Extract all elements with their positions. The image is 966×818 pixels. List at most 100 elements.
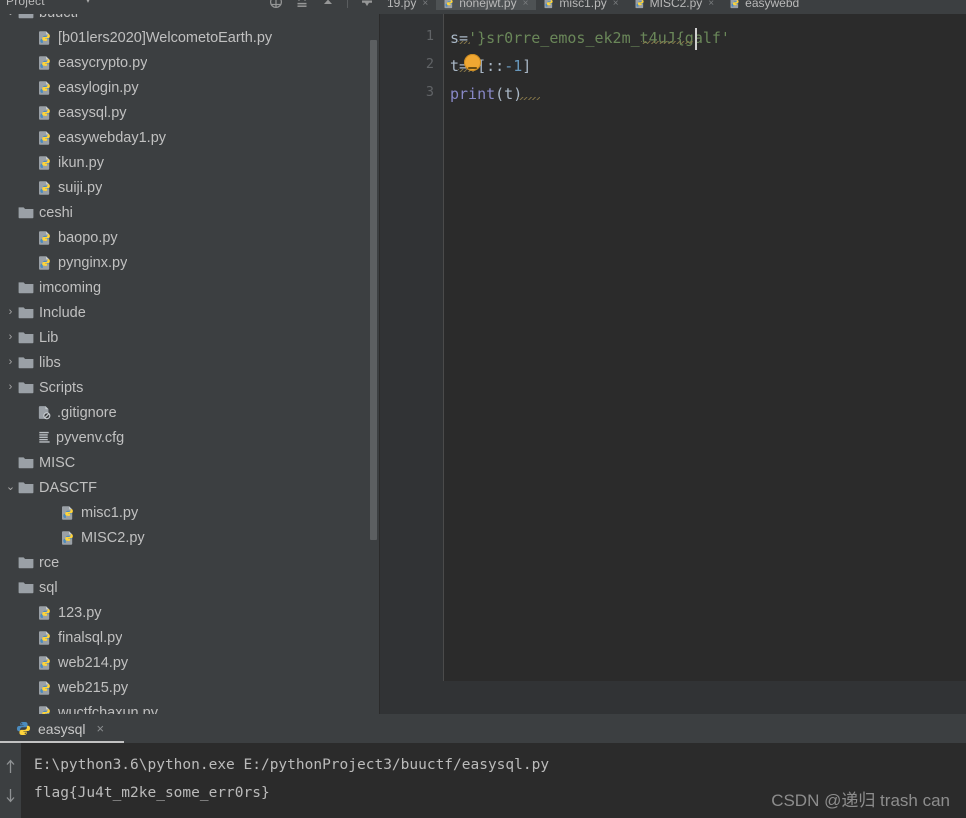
close-icon[interactable]: × bbox=[422, 0, 428, 9]
tree-row[interactable]: · imcoming bbox=[0, 275, 372, 300]
editor-tab-misc2-py[interactable]: MISC2.py × bbox=[627, 0, 723, 10]
chevron-right-icon[interactable]: › bbox=[4, 381, 17, 394]
tree-row[interactable]: · ceshi bbox=[0, 200, 372, 225]
tree-row[interactable]: › libs bbox=[0, 350, 372, 375]
python-file-icon bbox=[39, 130, 50, 145]
tree-row[interactable]: ⌄ buuctf bbox=[0, 14, 372, 25]
ignored-file-icon bbox=[37, 405, 52, 420]
code-line[interactable]: t=s[::-1] bbox=[450, 52, 531, 80]
tree-row[interactable]: · MISC2.py bbox=[0, 525, 372, 550]
tree-row-label: ceshi bbox=[39, 204, 73, 221]
close-icon[interactable]: × bbox=[613, 0, 619, 9]
tree-row[interactable]: · easycrypto.py bbox=[0, 50, 372, 75]
tree-row[interactable]: · 123.py bbox=[0, 600, 372, 625]
console-line: E:\python3.6\python.exe E:/pythonProject… bbox=[34, 757, 550, 773]
chevron-right-icon[interactable]: › bbox=[4, 331, 17, 344]
tree-spacer: · bbox=[23, 681, 36, 694]
python-file-icon bbox=[37, 680, 53, 696]
tree-spacer: · bbox=[4, 556, 17, 569]
tree-row[interactable]: · web214.py bbox=[0, 650, 372, 675]
python-file-icon bbox=[37, 130, 53, 146]
editor-tab-misc1-py[interactable]: misc1.py × bbox=[536, 0, 626, 10]
python-file-icon bbox=[37, 605, 53, 621]
editor-bottom-band bbox=[380, 681, 966, 714]
ignored-file-icon bbox=[38, 406, 51, 420]
folder-icon bbox=[18, 456, 34, 469]
tree-row[interactable]: › Scripts bbox=[0, 375, 372, 400]
tree-row[interactable]: · wuctfchaxun.py bbox=[0, 700, 372, 714]
close-icon[interactable]: × bbox=[523, 0, 529, 9]
chevron-right-icon[interactable]: › bbox=[4, 356, 17, 369]
tree-row-label: 123.py bbox=[58, 604, 102, 621]
tree-row-label: Scripts bbox=[39, 379, 84, 396]
project-panel-scrollbar[interactable] bbox=[370, 40, 377, 540]
tree-row[interactable]: · misc1.py bbox=[0, 500, 372, 525]
tree-row[interactable]: · .gitignore bbox=[0, 400, 372, 425]
tree-row[interactable]: · ikun.py bbox=[0, 150, 372, 175]
folder-icon bbox=[18, 481, 34, 494]
tree-row[interactable]: · web215.py bbox=[0, 675, 372, 700]
settings-gear-icon[interactable] bbox=[360, 0, 374, 9]
tree-row[interactable]: · pynginx.py bbox=[0, 250, 372, 275]
python-file-icon bbox=[37, 105, 53, 121]
tree-row[interactable]: › Include bbox=[0, 300, 372, 325]
tree-row[interactable]: · pyvenv.cfg bbox=[0, 425, 372, 450]
tree-row-label: easysql.py bbox=[58, 104, 127, 121]
tree-row-label: ikun.py bbox=[58, 154, 104, 171]
code-editor[interactable]: 123 s='}sr0rre_emos_ek2m_t4uJ{galf' t=s[:… bbox=[380, 14, 966, 681]
close-icon[interactable]: × bbox=[708, 0, 714, 9]
intention-lightbulb-icon[interactable] bbox=[464, 54, 481, 71]
tree-row[interactable]: · easysql.py bbox=[0, 100, 372, 125]
tree-row[interactable]: · suiji.py bbox=[0, 175, 372, 200]
tree-row[interactable]: › Lib bbox=[0, 325, 372, 350]
folder-icon bbox=[18, 281, 34, 294]
chevron-down-icon[interactable]: ⌄ bbox=[4, 481, 17, 494]
code-token: -1 bbox=[504, 57, 523, 75]
editor-tab-nonejwt-py[interactable]: nonejwt.py × bbox=[436, 0, 537, 10]
python-file-icon bbox=[39, 680, 50, 695]
folder-icon bbox=[18, 482, 34, 494]
chevron-up-icon[interactable] bbox=[321, 0, 335, 9]
code-line[interactable]: s='}sr0rre_emos_ek2m_t4uJ{galf' bbox=[450, 24, 730, 52]
ide-window: Project ▾ 19.py × nonejwt.py × misc1.py × MISC… bbox=[0, 0, 966, 818]
tree-spacer: · bbox=[23, 156, 36, 169]
scroll-down-arrow-icon[interactable] bbox=[5, 788, 16, 803]
chevron-down-icon[interactable]: ▾ bbox=[86, 0, 90, 5]
editor-tab-easywebd[interactable]: easywebd bbox=[722, 0, 807, 10]
collapse-all-icon[interactable] bbox=[295, 0, 309, 9]
tree-row[interactable]: ⌄ DASCTF bbox=[0, 475, 372, 500]
tree-row-label: misc1.py bbox=[81, 504, 139, 521]
editor-tab-19-py[interactable]: 19.py × bbox=[380, 0, 436, 10]
tree-spacer: · bbox=[23, 181, 36, 194]
tree-spacer: · bbox=[4, 456, 17, 469]
tree-spacer: · bbox=[46, 506, 59, 519]
tree-row[interactable]: · rce bbox=[0, 550, 372, 575]
close-icon[interactable]: × bbox=[96, 721, 104, 736]
scroll-up-arrow-icon[interactable] bbox=[5, 759, 16, 774]
project-tree-scroll-area[interactable]: ⌄ buuctf · [b01lers2020]WelcometoEarth.py · e… bbox=[0, 14, 372, 714]
folder-icon bbox=[18, 331, 34, 344]
tree-row-label: sql bbox=[39, 579, 58, 596]
tree-row-label: web214.py bbox=[58, 654, 129, 671]
tree-row[interactable]: · baopo.py bbox=[0, 225, 372, 250]
tree-spacer: · bbox=[46, 531, 59, 544]
code-line[interactable]: print(t) bbox=[450, 80, 522, 108]
tree-row[interactable]: · [b01lers2020]WelcometoEarth.py bbox=[0, 25, 372, 50]
tree-row[interactable]: · easywebday1.py bbox=[0, 125, 372, 150]
chevron-right-icon[interactable]: › bbox=[4, 306, 17, 319]
tree-row[interactable]: · MISC bbox=[0, 450, 372, 475]
tree-row[interactable]: · sql bbox=[0, 575, 372, 600]
editor-tab-label: misc1.py bbox=[559, 0, 607, 10]
editor-code-area[interactable]: s='}sr0rre_emos_ek2m_t4uJ{galf' t=s[::-1]… bbox=[450, 14, 966, 681]
tree-spacer: · bbox=[23, 606, 36, 619]
code-token: '}sr0rre_emos_ek2m_t4uJ{galf' bbox=[468, 29, 730, 47]
tree-row[interactable]: · easylogin.py bbox=[0, 75, 372, 100]
run-tab-easysql[interactable]: easysql × bbox=[8, 714, 112, 743]
target-locate-icon[interactable] bbox=[269, 0, 283, 9]
chevron-down-icon[interactable]: ⌄ bbox=[4, 14, 17, 19]
folder-icon bbox=[18, 581, 34, 594]
tree-row-label: imcoming bbox=[39, 279, 102, 296]
python-file-icon bbox=[39, 105, 50, 120]
tree-row[interactable]: · finalsql.py bbox=[0, 625, 372, 650]
tree-row-label: MISC bbox=[39, 454, 76, 471]
